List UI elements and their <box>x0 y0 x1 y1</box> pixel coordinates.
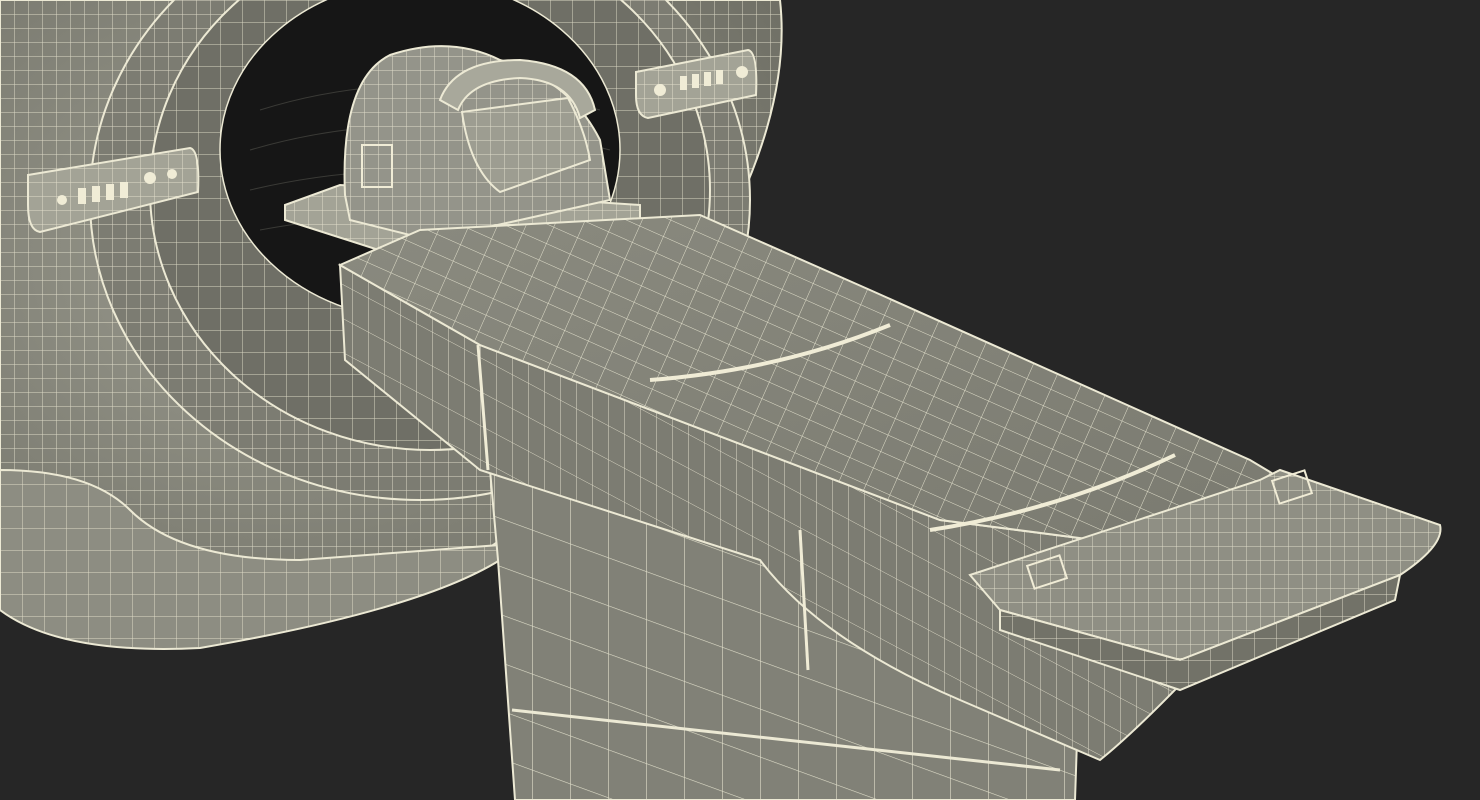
ct-scanner-render <box>0 0 1442 800</box>
render-viewport <box>0 0 1480 800</box>
